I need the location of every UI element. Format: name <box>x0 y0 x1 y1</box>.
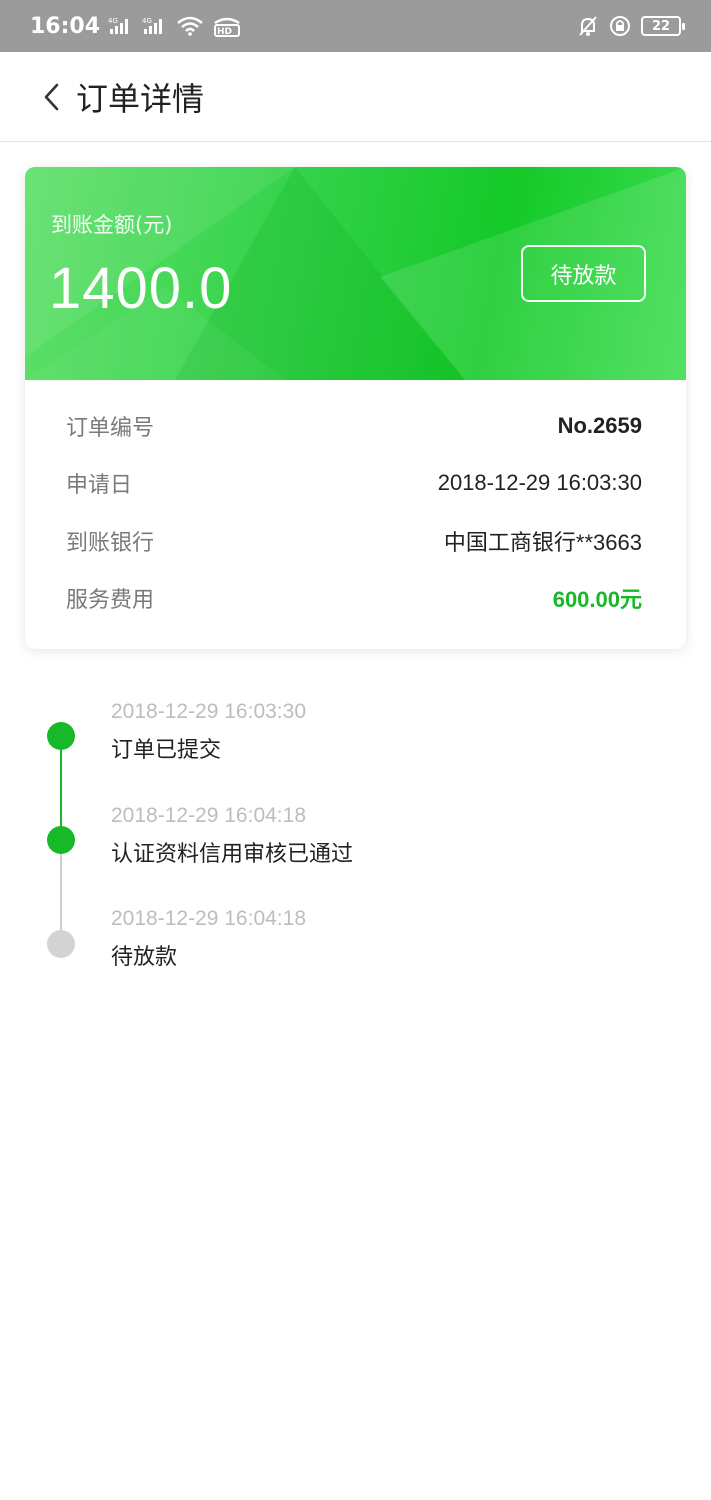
info-label: 订单编号 <box>66 415 155 441</box>
amount-label: 到账金额(元) <box>51 213 173 237</box>
info-row-apply-date: 申请日 2018-12-29 16:03:30 <box>66 455 642 513</box>
battery-icon: 22 <box>641 16 685 36</box>
service-fee-value: 600.00元 <box>552 587 642 613</box>
timeline-text: 待放款 <box>111 945 178 970</box>
svg-text:4G: 4G <box>142 17 152 25</box>
timeline-dot-done <box>47 722 75 750</box>
timeline-time: 2018-12-29 16:03:30 <box>111 700 306 723</box>
info-label: 服务费用 <box>66 588 155 614</box>
timeline-dot-done <box>47 826 75 854</box>
svg-text:HD: HD <box>217 27 232 37</box>
timeline-text: 认证资料信用审核已通过 <box>111 842 354 867</box>
timeline-line-done <box>60 736 62 840</box>
status-time: 16:04 <box>30 13 101 39</box>
order-info-list: 订单编号 No.2659 申请日 2018-12-29 16:03:30 到账银… <box>25 380 686 627</box>
order-card: 到账金额(元) 1400.0 待放款 订单编号 No.2659 申请日 2018… <box>25 167 686 649</box>
bank-value: 中国工商银行**3663 <box>443 529 642 555</box>
amount-value: 1400.0 <box>49 256 233 321</box>
rotation-lock-icon <box>609 15 631 37</box>
status-bar: 16:04 4G 4G HD 22 <box>0 0 711 52</box>
info-label: 到账银行 <box>66 530 155 556</box>
hd-call-icon: HD <box>212 15 242 37</box>
signal-4g-icon: 4G <box>108 16 134 36</box>
timeline-line-pending <box>60 840 62 944</box>
mute-bell-icon <box>577 15 599 37</box>
nav-bar: 订单详情 <box>0 52 711 142</box>
chevron-left-icon <box>44 83 59 110</box>
status-left: 16:04 4G 4G HD <box>30 14 242 39</box>
info-row-service-fee: 服务费用 600.00元 <box>66 570 642 628</box>
back-button[interactable] <box>22 67 82 127</box>
svg-text:4G: 4G <box>108 17 118 25</box>
info-label: 申请日 <box>66 473 133 499</box>
timeline-time: 2018-12-29 16:04:18 <box>111 907 306 930</box>
signal-4g-icon-2: 4G <box>142 16 168 36</box>
status-badge: 待放款 <box>521 245 646 302</box>
info-row-bank: 到账银行 中国工商银行**3663 <box>66 512 642 570</box>
info-row-order-number: 订单编号 No.2659 <box>66 397 642 455</box>
order-number-value: No.2659 <box>557 412 642 438</box>
page-title: 订单详情 <box>76 79 205 118</box>
timeline-time: 2018-12-29 16:04:18 <box>111 804 306 827</box>
apply-date-value: 2018-12-29 16:03:30 <box>437 470 642 496</box>
timeline-dot-pending <box>47 930 75 958</box>
status-right: 22 <box>577 15 685 37</box>
wifi-icon <box>176 16 204 36</box>
amount-header: 到账金额(元) 1400.0 待放款 <box>25 167 686 380</box>
timeline-text: 订单已提交 <box>111 738 222 763</box>
